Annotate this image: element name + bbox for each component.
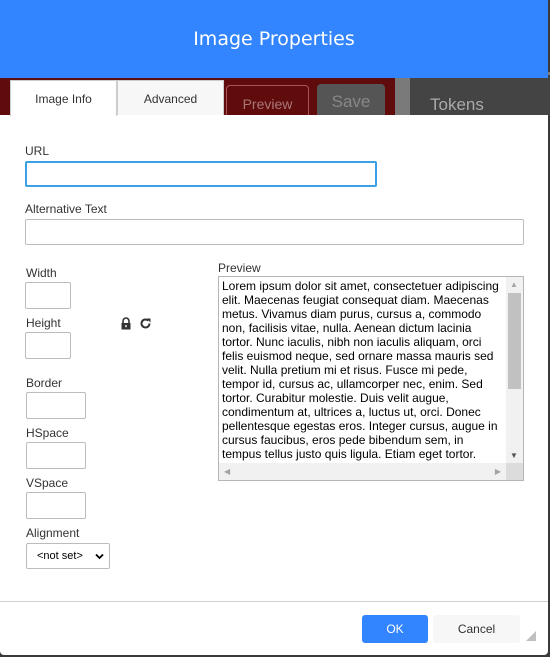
hspace-input[interactable] (26, 442, 86, 469)
alt-text-input[interactable] (25, 219, 524, 245)
vspace-input[interactable] (26, 492, 86, 519)
width-label: Width (26, 266, 57, 280)
width-input[interactable] (25, 282, 71, 309)
scroll-up-icon[interactable]: ▲ (510, 280, 518, 289)
scroll-left-icon[interactable]: ◀ (224, 467, 230, 476)
background-tokens-panel: Tokens (410, 75, 550, 116)
alt-text-label: Alternative Text (25, 202, 107, 216)
alignment-select[interactable]: <not set> (26, 543, 110, 569)
tab-image-info[interactable]: Image Info (10, 80, 117, 116)
horizontal-scrollbar[interactable]: ◀ ▶ (219, 463, 506, 480)
url-input[interactable] (25, 161, 377, 187)
chevron-down-icon (95, 553, 104, 560)
scroll-right-icon[interactable]: ▶ (495, 467, 501, 476)
scrollbar-thumb[interactable] (508, 293, 521, 389)
vspace-label: VSpace (26, 476, 69, 490)
height-label: Height (26, 316, 61, 330)
scroll-down-icon[interactable]: ▼ (510, 451, 518, 460)
preview-label: Preview (218, 261, 261, 275)
height-input[interactable] (25, 332, 71, 359)
alignment-value: <not set> (37, 550, 83, 562)
reset-size-icon[interactable] (139, 317, 152, 330)
resize-handle-icon[interactable] (526, 631, 536, 641)
preview-pane[interactable]: Lorem ipsum dolor sit amet, consectetuer… (218, 276, 524, 481)
background-preview-button: Preview (226, 85, 309, 116)
lock-icon[interactable] (120, 317, 132, 330)
preview-text: Lorem ipsum dolor sit amet, consectetuer… (222, 279, 499, 461)
border-input[interactable] (26, 392, 86, 419)
url-label: URL (25, 144, 50, 158)
scrollbar-corner (506, 463, 523, 480)
alignment-label: Alignment (26, 526, 80, 540)
cancel-button[interactable]: Cancel (433, 615, 520, 643)
dialog-title: Image Properties (0, 0, 548, 78)
hspace-label: HSpace (26, 426, 69, 440)
border-label: Border (26, 376, 63, 390)
ok-button[interactable]: OK (362, 615, 428, 643)
tab-advanced[interactable]: Advanced (117, 80, 224, 115)
background-save-button: Save (317, 84, 385, 116)
vertical-scrollbar[interactable]: ▲ ▼ (506, 277, 523, 463)
